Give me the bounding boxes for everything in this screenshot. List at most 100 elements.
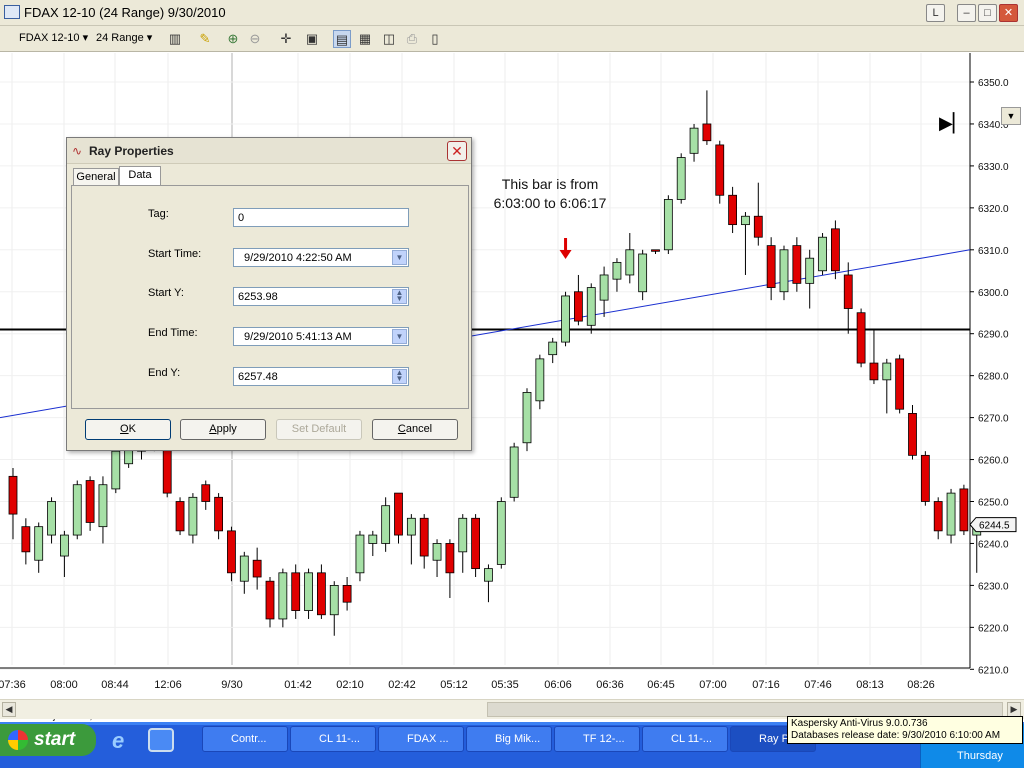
internet-explorer-icon[interactable]: e	[112, 728, 124, 754]
candle-body	[21, 526, 31, 553]
strategy-icon[interactable]: ▤	[333, 30, 351, 48]
chevron-down-icon[interactable]: ▼	[392, 250, 407, 265]
candle-body	[47, 501, 56, 536]
candle-body	[201, 484, 211, 502]
link-button[interactable]: L	[926, 4, 945, 22]
taskbar-item-fdax-chart[interactable]: FDAX ...	[378, 726, 464, 752]
candle-body	[432, 543, 442, 561]
annotation-line-1: This bar is from	[501, 176, 599, 192]
period-selector[interactable]: 24 Range ▾	[96, 31, 152, 44]
chevron-down-icon[interactable]: ▼	[392, 329, 407, 344]
indicators-icon[interactable]: ▦	[356, 30, 374, 48]
start-label: start	[34, 729, 76, 750]
dialog-title: Ray Properties	[89, 144, 174, 158]
ok-button[interactable]: OK	[85, 419, 171, 440]
data-box-icon[interactable]: ▣	[303, 30, 321, 48]
x-tick-label: 05:12	[440, 679, 468, 691]
candle-body	[586, 287, 596, 326]
candle-body	[278, 572, 288, 620]
end-time-value: 9/29/2010 5:41:13 AM	[244, 331, 352, 343]
chart-properties-icon[interactable]: ◫	[380, 30, 398, 48]
quick-launch-icon[interactable]	[148, 728, 174, 752]
candle-body	[856, 312, 866, 364]
candle-body	[509, 446, 519, 498]
spinner-icon[interactable]: ▲ ▼	[392, 289, 407, 304]
candle-body	[394, 492, 403, 536]
dialog-title-bar[interactable]: ∿ Ray Properties ✕	[67, 138, 471, 164]
chart-trader-icon[interactable]: ▯	[426, 30, 444, 48]
candle-body	[933, 501, 943, 532]
candle-body	[85, 480, 95, 523]
y-tick-label: 6350.0	[978, 78, 1009, 89]
instrument-label: FDAX 12-10	[19, 32, 80, 44]
tag-label: Tag:	[148, 208, 169, 220]
x-tick-label: 06:06	[544, 679, 572, 691]
zoom-out-icon[interactable]: ⊖	[246, 30, 264, 48]
taskbar-item-tf-chart[interactable]: TF 12-...	[554, 726, 640, 752]
set-default-button[interactable]: Set Default	[276, 419, 362, 440]
candle-body	[265, 580, 275, 620]
tag-field[interactable]: 0	[233, 208, 409, 227]
last-price-label: 6244.5	[979, 521, 1010, 532]
crosshair-icon[interactable]: ✛	[277, 30, 295, 48]
y-tick-label: 6290.0	[978, 330, 1009, 341]
x-tick-label: 01:42	[284, 679, 312, 691]
apply-button[interactable]: Apply	[180, 419, 266, 440]
period-label: 24 Range	[96, 32, 144, 44]
chevron-down-icon[interactable]: ▼	[1001, 107, 1021, 125]
candle-body	[574, 291, 583, 322]
start-time-field[interactable]: 9/29/2010 4:22:50 AM ▼	[233, 248, 409, 267]
cancel-button[interactable]: Cancel	[372, 419, 458, 440]
candle-body	[818, 236, 827, 272]
candle-body	[946, 492, 956, 536]
close-window-button[interactable]: ✕	[999, 4, 1018, 22]
end-y-label: End Y:	[148, 367, 181, 379]
x-tick-label: 08:13	[856, 679, 884, 691]
data-tab-panel: Tag: 0 Start Time: 9/29/2010 4:22:50 AM ▼…	[71, 185, 469, 409]
x-tick-label: 08:26	[907, 679, 935, 691]
candle-body	[766, 245, 776, 288]
close-icon[interactable]: ✕	[447, 141, 467, 161]
scroll-right-icon[interactable]: ▶	[1007, 702, 1021, 717]
window-title: FDAX 12-10 (24 Range) 9/30/2010	[24, 5, 226, 20]
instrument-selector[interactable]: FDAX 12-10 ▾	[19, 31, 88, 44]
tab-data[interactable]: Data	[119, 166, 161, 185]
minimize-button[interactable]: –	[957, 4, 976, 22]
end-y-field[interactable]: 6257.48 ▲ ▼	[233, 367, 409, 386]
taskbar-item-control-center[interactable]: Contr...	[202, 726, 288, 752]
maximize-button[interactable]: □	[978, 4, 997, 22]
candle-body	[188, 496, 198, 536]
candle-body	[920, 454, 930, 502]
candle-body	[34, 526, 44, 561]
candle-body	[496, 501, 506, 565]
candle-body	[702, 123, 712, 142]
scroll-left-icon[interactable]: ◀	[2, 702, 16, 717]
candle-body	[368, 534, 378, 544]
candle-body	[355, 534, 365, 574]
scroll-thumb[interactable]	[487, 702, 1003, 717]
taskbar-item-cl-chart-1[interactable]: CL 11-...	[290, 726, 376, 752]
candle-body	[522, 392, 532, 444]
end-time-field[interactable]: 9/29/2010 5:41:13 AM ▼	[233, 327, 409, 346]
candle-body	[741, 215, 750, 226]
drawing-tool-icon[interactable]: ✎	[196, 30, 214, 48]
scroll-to-end-icon[interactable]: ▶▏	[939, 113, 967, 135]
candle-body	[676, 157, 686, 200]
candle-body	[406, 517, 416, 536]
start-y-field[interactable]: 6253.98 ▲ ▼	[233, 287, 409, 306]
x-tick-label: 9/30	[221, 679, 242, 691]
taskbar-item-cl-chart-2[interactable]: CL 11-...	[642, 726, 728, 752]
candle-body	[638, 253, 648, 293]
zoom-in-icon[interactable]: ⊕	[224, 30, 242, 48]
candle-body	[895, 358, 905, 410]
tab-general[interactable]: General	[73, 168, 119, 186]
candle-body	[162, 446, 172, 494]
spinner-icon[interactable]: ▲ ▼	[392, 369, 407, 384]
snapshot-icon[interactable]: ⎙	[403, 30, 421, 48]
candle-body	[471, 517, 481, 570]
annotation-line-2: 6:03:00 to 6:06:17	[493, 195, 607, 211]
bar-type-icon[interactable]: ▥	[166, 30, 184, 48]
x-tick-label: 07:46	[804, 679, 832, 691]
y-tick-label: 6220.0	[978, 623, 1009, 634]
taskbar-item-browser[interactable]: Big Mik...	[466, 726, 552, 752]
